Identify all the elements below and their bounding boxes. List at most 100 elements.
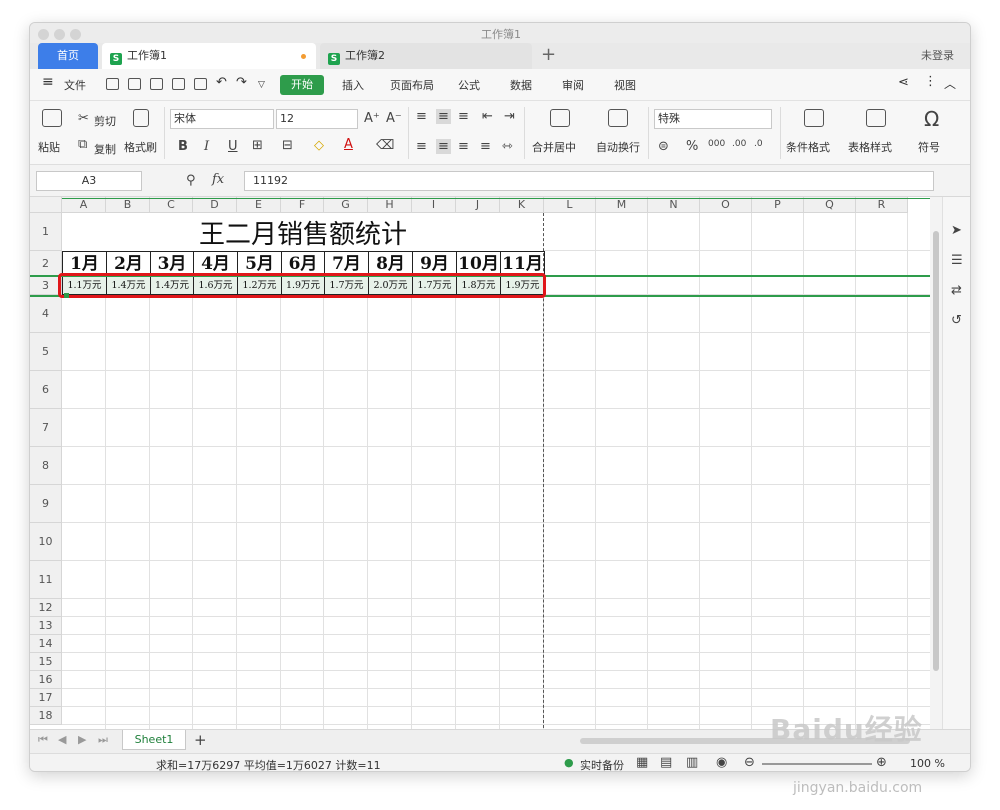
thousands-icon[interactable]: 000	[708, 139, 725, 149]
page-layout-view-icon[interactable]: ▤	[660, 755, 672, 770]
percent-button[interactable]: %	[686, 139, 698, 154]
row-header-11[interactable]: 11	[30, 561, 62, 599]
menu-insert[interactable]: 插入	[342, 77, 364, 93]
table-style-button[interactable]: 表格样式	[848, 139, 892, 155]
merge-center-button[interactable]: 合并居中	[532, 139, 576, 155]
wrap-text-icon[interactable]	[608, 109, 628, 127]
hamburger-icon[interactable]: ≡	[42, 74, 54, 90]
row-header-1[interactable]: 1	[30, 213, 62, 251]
chevron-down-icon[interactable]: ▽	[258, 80, 265, 90]
open-folder-icon[interactable]	[106, 78, 119, 90]
omega-icon[interactable]: Ω	[924, 107, 939, 131]
conditional-format-button[interactable]: 条件格式	[786, 139, 830, 155]
table-style-icon[interactable]	[866, 109, 886, 127]
column-header-k[interactable]: K	[500, 197, 544, 213]
zoom-in-icon[interactable]: ⊕	[876, 755, 887, 770]
indent-increase-icon[interactable]: ⇥	[504, 109, 515, 124]
formula-input[interactable]: 11192	[244, 171, 934, 191]
realtime-backup-button[interactable]: 实时备份	[580, 757, 624, 771]
transfer-icon[interactable]: ⇄	[951, 283, 962, 298]
column-header-l[interactable]: L	[544, 197, 596, 213]
row-header-16[interactable]: 16	[30, 671, 62, 689]
bold-button[interactable]: B	[178, 139, 188, 154]
menu-page-layout[interactable]: 页面布局	[390, 77, 434, 93]
symbol-button[interactable]: 符号	[918, 139, 940, 155]
tab-workbook-2[interactable]: S 工作簿2	[320, 43, 532, 69]
zoom-slider[interactable]	[762, 763, 872, 765]
italic-button[interactable]: I	[204, 139, 209, 154]
undo-icon[interactable]: ↶	[216, 75, 227, 90]
underline-button[interactable]: U	[228, 139, 238, 154]
pointer-icon[interactable]: ➤	[951, 223, 962, 238]
row-header-17[interactable]: 17	[30, 689, 62, 707]
fill-handle[interactable]	[64, 293, 69, 298]
column-header-q[interactable]: Q	[804, 197, 856, 213]
decrease-decimal-icon[interactable]: .0	[754, 139, 763, 149]
currency-icon[interactable]: ⊜	[658, 139, 669, 154]
font-color-icon[interactable]: A	[344, 137, 353, 152]
sheet-title-cell[interactable]: 王二月销售额统计	[62, 213, 544, 251]
column-header-f[interactable]: F	[281, 197, 324, 213]
column-header-g[interactable]: G	[324, 197, 368, 213]
row-header-6[interactable]: 6	[30, 371, 62, 409]
number-format-select[interactable]: 特殊	[654, 109, 772, 129]
select-all-corner[interactable]	[30, 197, 62, 213]
conditional-format-icon[interactable]	[804, 109, 824, 127]
add-sheet-button[interactable]: +	[194, 731, 207, 749]
align-left-icon[interactable]: ≡	[416, 139, 427, 154]
redo-icon[interactable]: ↷	[236, 75, 247, 90]
column-header-d[interactable]: D	[193, 197, 237, 213]
row-header-12[interactable]: 12	[30, 599, 62, 617]
zoom-search-icon[interactable]: ⚲	[186, 173, 196, 188]
print-icon[interactable]	[172, 78, 185, 90]
column-header-i[interactable]: I	[412, 197, 456, 213]
column-header-b[interactable]: B	[106, 197, 150, 213]
column-header-p[interactable]: P	[752, 197, 804, 213]
indent-decrease-icon[interactable]: ⇤	[482, 109, 493, 124]
align-middle-icon[interactable]: ≡	[436, 109, 451, 124]
row-header-18[interactable]: 18	[30, 707, 62, 725]
column-header-c[interactable]: C	[150, 197, 193, 213]
column-header-r[interactable]: R	[856, 197, 908, 213]
print-preview-icon[interactable]	[194, 78, 207, 90]
cell-fill-icon[interactable]: ⊟	[282, 138, 293, 153]
justify-icon[interactable]: ≡	[480, 139, 491, 154]
increase-font-icon[interactable]: A⁺	[364, 111, 380, 126]
paste-icon[interactable]	[42, 109, 62, 127]
sheet-tab-sheet1[interactable]: Sheet1	[122, 730, 186, 750]
zoom-out-icon[interactable]: ⊖	[744, 755, 755, 770]
tab-home[interactable]: 首页	[38, 43, 98, 69]
align-center-icon[interactable]: ≡	[436, 139, 451, 154]
cut-button[interactable]: 剪切	[94, 113, 116, 129]
fill-color-icon[interactable]: ◇	[314, 138, 324, 153]
collapse-ribbon-icon[interactable]: ︿	[944, 75, 956, 92]
row-header-14[interactable]: 14	[30, 635, 62, 653]
align-right-icon[interactable]: ≡	[458, 139, 469, 154]
wrap-text-button[interactable]: 自动换行	[596, 139, 640, 155]
column-header-m[interactable]: M	[596, 197, 648, 213]
border-icon[interactable]: ⊞	[252, 138, 263, 153]
copy-button[interactable]: 复制	[94, 141, 116, 157]
eye-protection-icon[interactable]: ◉	[716, 755, 727, 770]
clear-format-icon[interactable]: ⌫	[376, 138, 394, 153]
new-tab-button[interactable]: +	[541, 43, 556, 67]
normal-view-icon[interactable]: ▦	[636, 755, 648, 770]
name-box[interactable]: A3	[36, 171, 142, 191]
more-icon[interactable]: ⋮	[924, 74, 937, 89]
share-icon[interactable]: ⋖	[898, 75, 909, 90]
save-icon[interactable]	[128, 78, 141, 90]
history-icon[interactable]: ↺	[951, 313, 962, 328]
paste-button[interactable]: 粘贴	[38, 139, 60, 155]
decrease-font-icon[interactable]: A⁻	[386, 111, 402, 126]
row-header-5[interactable]: 5	[30, 333, 62, 371]
row-header-10[interactable]: 10	[30, 523, 62, 561]
row-header-9[interactable]: 9	[30, 485, 62, 523]
menu-formula[interactable]: 公式	[458, 77, 480, 93]
increase-decimal-icon[interactable]: .00	[732, 139, 746, 149]
row-header-7[interactable]: 7	[30, 409, 62, 447]
prev-sheet-icon[interactable]: ◀	[58, 733, 66, 746]
column-header-n[interactable]: N	[648, 197, 700, 213]
tab-workbook-1[interactable]: S 工作簿1	[102, 43, 316, 69]
page-break-view-icon[interactable]: ▥	[686, 755, 698, 770]
spreadsheet-grid[interactable]: A B C D E F G H I J K L M N O P Q R 1 2 3 4 5 6 7 8 9 10 11 12 13 14 15 1…	[30, 197, 930, 729]
